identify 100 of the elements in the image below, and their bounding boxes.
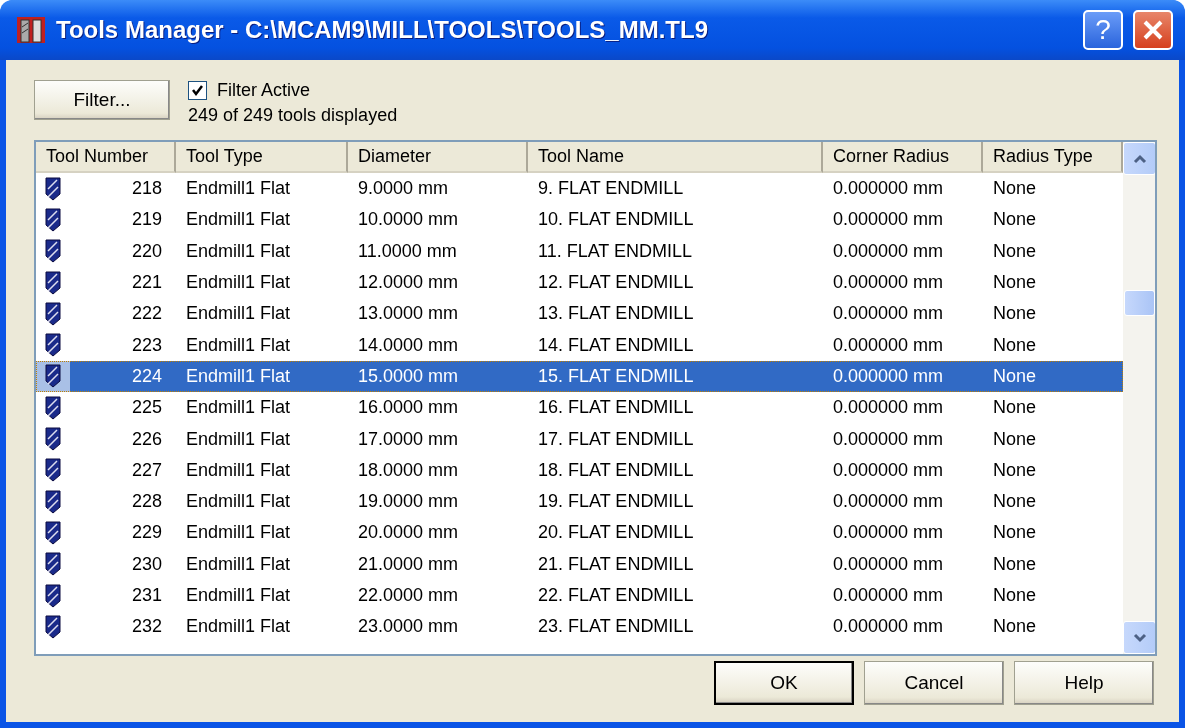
table-cell-text: Endmill1 Flat <box>185 239 292 263</box>
table-cell-text: 19.0000 mm <box>357 490 460 514</box>
table-cell-text: 0.000000 mm <box>832 302 945 326</box>
table-cell-text: 18. FLAT ENDMILL <box>537 458 695 482</box>
table-cell-text: Endmill1 Flat <box>185 615 292 639</box>
table-cell-text: 232 <box>130 615 163 639</box>
column-header[interactable]: Tool Type <box>176 142 348 173</box>
tool-row[interactable]: 226 Endmill1 Flat 17.0000 mm 17. FLAT ENDMILL 0.000000 mm None <box>36 423 1123 455</box>
table-cell-text: 222 <box>130 302 163 326</box>
table-cell-text: None <box>992 333 1038 357</box>
table-cell-text: Endmill1 Flat <box>185 302 292 326</box>
table-cell-text: 229 <box>130 521 163 545</box>
table-cell-text: 22. FLAT ENDMILL <box>537 584 695 607</box>
close-button[interactable] <box>1133 10 1173 50</box>
endmill-icon <box>45 552 61 577</box>
filter-button[interactable]: Filter... <box>34 80 170 120</box>
table-cell-text: 14.0000 mm <box>357 333 460 357</box>
table-cell-text: 20.0000 mm <box>357 521 460 545</box>
table-cell-text: None <box>992 427 1038 451</box>
table-cell-text: 228 <box>130 490 163 514</box>
column-header[interactable]: Diameter <box>348 142 528 173</box>
column-header[interactable]: Radius Type <box>983 142 1123 173</box>
table-cell-text: None <box>992 396 1038 420</box>
tool-row[interactable]: 219 Endmill1 Flat 10.0000 mm 10. FLAT ENDMILL 0.000000 mm None <box>36 204 1123 236</box>
endmill-icon <box>45 489 61 514</box>
tool-row[interactable]: 223 Endmill1 Flat 14.0000 mm 14. FLAT ENDMILL 0.000000 mm None <box>36 329 1123 361</box>
endmill-icon <box>45 583 61 608</box>
column-header[interactable]: Corner Radius <box>823 142 983 173</box>
endmill-icon <box>45 176 61 201</box>
table-cell-text: 17. FLAT ENDMILL <box>537 427 695 451</box>
column-header[interactable]: Tool Name <box>528 142 823 173</box>
table-cell-text: Endmill1 Flat <box>185 396 292 420</box>
scroll-thumb[interactable] <box>1124 290 1155 316</box>
table-cell-text: None <box>992 208 1038 232</box>
table-cell-text: 218 <box>130 177 163 201</box>
table-cell-text: None <box>992 302 1038 326</box>
table-cell-text: 18.0000 mm <box>357 458 460 482</box>
filter-active-label: Filter Active <box>217 80 311 101</box>
tool-row[interactable]: 232 Endmill1 Flat 23.0000 mm 23. FLAT ENDMILL 0.000000 mm None <box>36 611 1123 643</box>
dialog-button[interactable]: OK <box>714 661 854 705</box>
table-cell-text: 0.000000 mm <box>832 490 945 514</box>
table-cell-text: 13. FLAT ENDMILL <box>537 302 695 326</box>
table-cell-text: 9.0000 mm <box>357 177 450 201</box>
table-cell-text: 10. FLAT ENDMILL <box>537 208 695 232</box>
scroll-down-button[interactable] <box>1123 621 1155 654</box>
table-cell-text: 9. FLAT ENDMILL <box>537 177 685 201</box>
table-cell-text: 12. FLAT ENDMILL <box>537 271 695 295</box>
tool-row[interactable]: 220 Endmill1 Flat 11.0000 mm 11. FLAT ENDMILL 0.000000 mm None <box>36 235 1123 267</box>
table-cell-text: 0.000000 mm <box>832 208 945 232</box>
table-cell-text: 0.000000 mm <box>832 333 945 357</box>
table-cell-text: 0.000000 mm <box>832 521 945 545</box>
tool-row[interactable]: 218 Endmill1 Flat 9.0000 mm 9. FLAT ENDMILL 0.000000 mm None <box>36 173 1123 205</box>
column-header[interactable]: Tool Number <box>36 142 176 173</box>
table-cell-text: 12.0000 mm <box>357 271 460 295</box>
table-cell-text: 0.000000 mm <box>832 396 945 420</box>
tool-row[interactable]: 221 Endmill1 Flat 12.0000 mm 12. FLAT ENDMILL 0.000000 mm None <box>36 266 1123 299</box>
table-cell-text: 23.0000 mm <box>357 615 460 639</box>
table-cell-text: 22.0000 mm <box>357 584 460 607</box>
check-icon <box>191 84 204 97</box>
app-icon <box>16 15 46 45</box>
table-cell: 15. FLAT ENDMILL <box>528 360 823 393</box>
table-cell-text: 0.000000 mm <box>832 177 945 201</box>
table-cell-text: None <box>992 490 1038 514</box>
dialog-button[interactable]: Help <box>1014 661 1154 705</box>
table-cell: Endmill1 Flat <box>176 360 348 393</box>
endmill-icon <box>45 301 61 326</box>
dialog-button[interactable]: Cancel <box>864 661 1004 705</box>
tool-row[interactable]: 222 Endmill1 Flat 13.0000 mm 13. FLAT ENDMILL 0.000000 mm None <box>36 298 1123 330</box>
table-cell-text: None <box>992 239 1038 263</box>
scrollbar[interactable] <box>1123 142 1155 654</box>
tool-row[interactable]: 229 Endmill1 Flat 20.0000 mm 20. FLAT ENDMILL 0.000000 mm None <box>36 517 1123 549</box>
table-cell-text: 0.000000 mm <box>832 427 945 451</box>
tool-row[interactable]: 224 Endmill1 Flat 15.0000 mm 15. FLAT ENDMILL 0.000000 mm None <box>36 360 1123 393</box>
tool-row[interactable]: 227 Endmill1 Flat 18.0000 mm 18. FLAT ENDMILL 0.000000 mm None <box>36 454 1123 486</box>
table-cell-text: None <box>992 552 1038 576</box>
table-cell-text: 20. FLAT ENDMILL <box>537 521 695 545</box>
table-cell-text: 223 <box>130 333 163 357</box>
table-cell-text: 227 <box>130 458 163 482</box>
tool-row[interactable]: 231 Endmill1 Flat 22.0000 mm 22. FLAT ENDMILL 0.000000 mm None <box>36 579 1123 612</box>
table-cell-text: Endmill1 Flat <box>185 490 292 514</box>
filter-checkbox[interactable] <box>188 81 207 100</box>
endmill-icon <box>45 207 61 232</box>
table-cell-text: 0.000000 mm <box>832 239 945 263</box>
table-cell-text: Endmill1 Flat <box>185 521 292 545</box>
table-cell-text: None <box>992 271 1038 295</box>
window-title: Tools Manager - C:\MCAM9\MILL\TOOLS\TOOLS_MM.TL9 <box>56 16 709 44</box>
table-cell-text: 0.000000 mm <box>832 458 945 482</box>
endmill-icon <box>45 520 61 545</box>
table-cell-text: 17.0000 mm <box>357 427 460 451</box>
table-cell-text: 224 <box>130 364 163 388</box>
tool-row[interactable]: 228 Endmill1 Flat 19.0000 mm 19. FLAT ENDMILL 0.000000 mm None <box>36 485 1123 518</box>
tool-row[interactable]: 230 Endmill1 Flat 21.0000 mm 21. FLAT ENDMILL 0.000000 mm None <box>36 548 1123 580</box>
table-cell-text: 14. FLAT ENDMILL <box>537 333 695 357</box>
table-cell-text: Endmill1 Flat <box>185 427 292 451</box>
table-cell-text: Endmill1 Flat <box>185 552 292 576</box>
tool-row[interactable]: 225 Endmill1 Flat 16.0000 mm 16. FLAT ENDMILL 0.000000 mm None <box>36 392 1123 424</box>
table-cell: 15.0000 mm <box>348 360 528 393</box>
table-cell-text: 16. FLAT ENDMILL <box>537 396 695 420</box>
scroll-up-button[interactable] <box>1123 142 1155 175</box>
table-cell-text: None <box>992 458 1038 482</box>
